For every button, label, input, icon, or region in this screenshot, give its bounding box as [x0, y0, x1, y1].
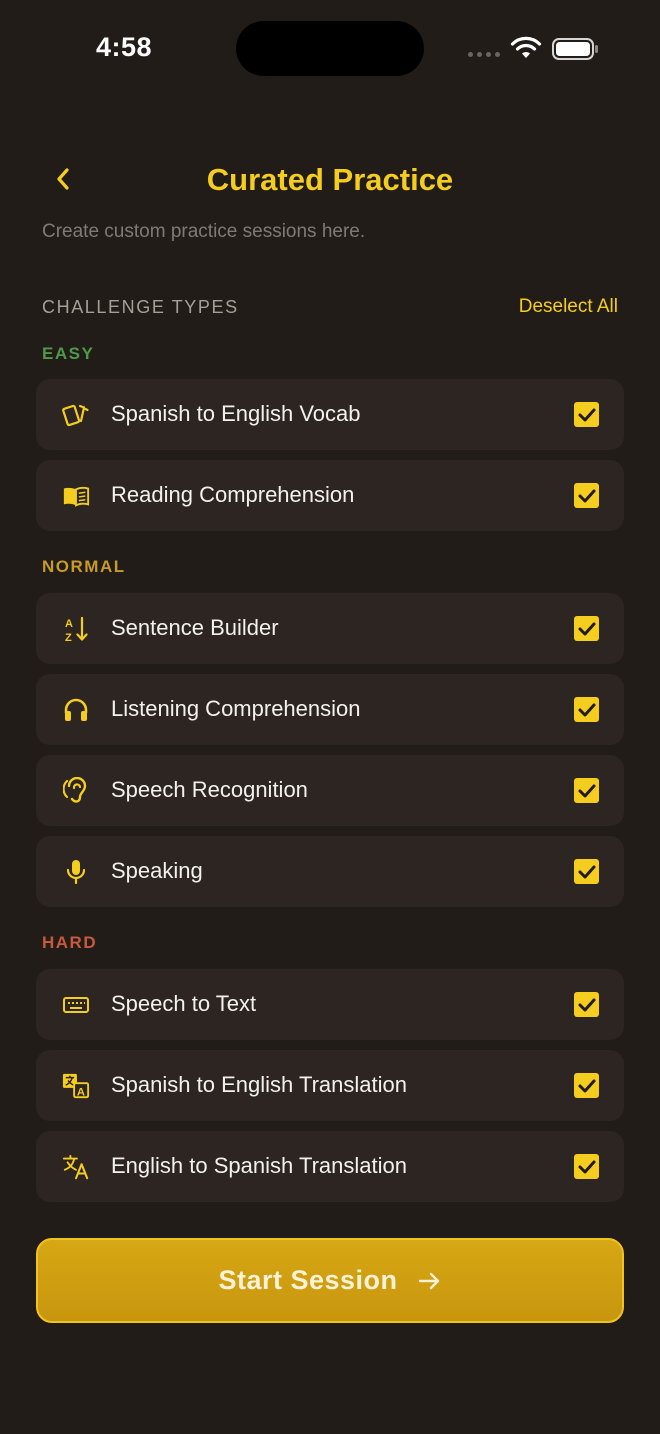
checkbox-checked[interactable] [574, 402, 599, 427]
challenge-row-speaking[interactable]: Speaking [36, 836, 624, 907]
cellular-signal-icon [468, 52, 500, 57]
svg-text:A: A [65, 618, 73, 630]
checkmark-icon [578, 784, 595, 797]
checkmark-icon [578, 998, 595, 1011]
back-button[interactable] [46, 162, 80, 196]
dynamic-island [236, 21, 424, 76]
checkmark-icon [578, 1079, 595, 1092]
ear-icon [62, 777, 90, 805]
deselect-all-button[interactable]: Deselect All [519, 296, 618, 318]
checkbox-checked[interactable] [574, 616, 599, 641]
translate-alt-icon [62, 1153, 90, 1181]
checkbox-checked[interactable] [574, 697, 599, 722]
challenge-row-english-spanish-translation[interactable]: English to Spanish Translation [36, 1131, 624, 1202]
page-title: Curated Practice [206, 162, 454, 197]
challenge-row-speech-to-text[interactable]: Speech to Text [36, 969, 624, 1040]
microphone-icon [62, 858, 90, 886]
challenge-row-reading-comprehension[interactable]: Reading Comprehension [36, 460, 624, 531]
checkmark-icon [578, 1160, 595, 1173]
nav-header: Curated Practice [0, 150, 660, 210]
checkmark-icon [578, 865, 595, 878]
challenge-row-listening-comprehension[interactable]: Listening Comprehension [36, 674, 624, 745]
group-label-normal: NORMAL [42, 557, 126, 576]
book-icon [62, 482, 90, 510]
translate-icon: A [62, 1072, 90, 1100]
checkbox-checked[interactable] [574, 778, 599, 803]
challenge-label: Reading Comprehension [111, 482, 355, 507]
checkbox-checked[interactable] [574, 859, 599, 884]
battery-icon [552, 38, 598, 60]
section-title: CHALLENGE TYPES [42, 297, 239, 317]
wifi-icon [510, 36, 542, 58]
challenge-label: Spanish to English Translation [111, 1072, 407, 1097]
challenge-row-speech-recognition[interactable]: Speech Recognition [36, 755, 624, 826]
keyboard-icon [62, 991, 90, 1019]
challenge-row-sentence-builder[interactable]: A Z Sentence Builder [36, 593, 624, 664]
challenge-label: Speech to Text [111, 991, 257, 1016]
group-label-easy: EASY [42, 344, 95, 363]
checkmark-icon [578, 622, 595, 635]
challenge-row-spanish-english-vocab[interactable]: Spanish to English Vocab [36, 379, 624, 450]
chevron-left-icon [57, 168, 69, 190]
challenge-row-spanish-english-translation[interactable]: A Spanish to English Translation [36, 1050, 624, 1121]
sort-az-icon: A Z [62, 615, 90, 643]
challenge-label: Listening Comprehension [111, 696, 361, 721]
challenge-label: Speech Recognition [111, 777, 308, 802]
svg-text:Z: Z [65, 632, 72, 643]
page-subtitle: Create custom practice sessions here. [42, 221, 366, 242]
challenge-label: English to Spanish Translation [111, 1153, 407, 1178]
challenge-label: Spanish to English Vocab [111, 401, 361, 426]
checkmark-icon [578, 408, 595, 421]
svg-text:A: A [77, 1086, 85, 1098]
checkbox-checked[interactable] [574, 483, 599, 508]
start-session-button[interactable]: Start Session [36, 1238, 624, 1323]
headphones-icon [62, 696, 90, 724]
group-label-hard: HARD [42, 933, 98, 952]
checkbox-checked[interactable] [574, 1073, 599, 1098]
challenge-label: Sentence Builder [111, 615, 279, 640]
cards-icon [62, 401, 90, 429]
checkbox-checked[interactable] [574, 992, 599, 1017]
status-bar: 4:58 [0, 0, 660, 100]
challenge-label: Speaking [111, 858, 203, 883]
checkmark-icon [578, 703, 595, 716]
checkbox-checked[interactable] [574, 1154, 599, 1179]
challenge-types-header: CHALLENGE TYPES Deselect All [42, 296, 618, 321]
checkmark-icon [578, 489, 595, 502]
status-time: 4:58 [96, 32, 153, 62]
arrow-right-icon [418, 1272, 439, 1289]
start-session-label: Start Session [218, 1265, 398, 1295]
